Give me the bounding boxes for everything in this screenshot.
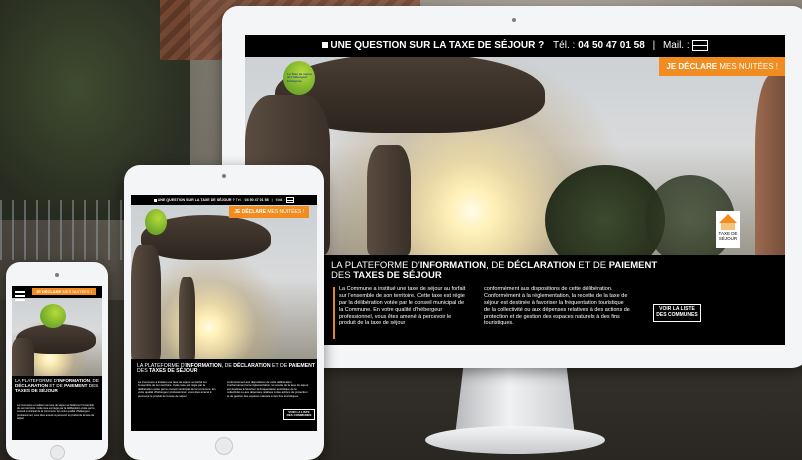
tablet-intro-col-1: La Commune a institué une taxe de séjour… bbox=[138, 380, 216, 398]
top-bar: UNE QUESTION SUR LA TAXE DE SÉJOUR ? Tél… bbox=[245, 35, 785, 57]
intro-col-2: conformément aux dispositions de cette d… bbox=[484, 286, 630, 327]
logo-line-3: Entreprise bbox=[287, 78, 302, 83]
title-bold-3: PAIEMENT bbox=[608, 260, 658, 271]
tablet-page-title: LA PLATEFORME D'INFORMATION, DE DÉCLARAT… bbox=[137, 363, 316, 375]
title-part-4: DES bbox=[331, 269, 354, 281]
declare-button[interactable]: JE DÉCLARE MES NUITÉES ! bbox=[659, 57, 785, 76]
tablet-communes-list-button[interactable]: VOIR LA LISTE DES COMMUNES bbox=[283, 409, 315, 420]
tablet-declare-button[interactable]: JE DÉCLARE MES NUITÉES ! bbox=[229, 206, 309, 218]
title-bold-4: TAXES DE SÉJOUR bbox=[149, 368, 198, 375]
page-title: LA PLATEFORME D'INFORMATION, DE DÉCLARAT… bbox=[331, 261, 657, 281]
tablet-screen: UNE QUESTION SUR LA TAXE DE SÉJOUR ? Tél… bbox=[131, 195, 317, 431]
dolmen-left-stone bbox=[12, 338, 34, 378]
dolmen-left-stone bbox=[131, 245, 161, 360]
monitor-stand-neck bbox=[455, 356, 575, 436]
site-logo[interactable]: La Taxe de séjour de l'hébergeur Entrepr… bbox=[283, 61, 315, 95]
tablet-frame: UNE QUESTION SUR LA TAXE DE SÉJOUR ? Tél… bbox=[124, 165, 324, 460]
tablet-site-logo[interactable] bbox=[145, 209, 167, 235]
divider: | bbox=[652, 40, 656, 51]
mail-icon[interactable] bbox=[692, 39, 709, 51]
question-text: UNE QUESTION SUR LA TAXE DE SÉJOUR ? bbox=[157, 198, 235, 202]
tel-label: Tél. : bbox=[553, 40, 576, 51]
dolmen-mid-stone bbox=[367, 145, 411, 255]
title-part-2: , DE bbox=[486, 260, 508, 271]
monitor-camera bbox=[512, 18, 516, 22]
phone-frame: JE DÉCLARE MES NUITÉES ! LA PLATEFORME D… bbox=[6, 262, 108, 460]
menu-icon[interactable] bbox=[15, 289, 25, 303]
title-bold-3: PAIEMENT bbox=[64, 382, 88, 388]
tablet-intro-panel: LA PLATEFORME D'INFORMATION, DE DÉCLARAT… bbox=[131, 359, 317, 431]
list-btn-line-2: DES COMMUNES bbox=[286, 413, 312, 418]
phone-link[interactable]: 04 50 47 01 58 bbox=[245, 198, 269, 202]
title-bold-3: PAIEMENT bbox=[288, 363, 316, 369]
phone-home-button[interactable] bbox=[50, 445, 65, 460]
square-icon bbox=[321, 42, 328, 49]
phone-hero-photo bbox=[12, 286, 102, 378]
cta-rest: MES NUITÉES ! bbox=[267, 209, 304, 215]
title-bold-4: TAXES DE SÉJOUR bbox=[353, 269, 442, 281]
cta-strong: JE DÉCLARE bbox=[36, 289, 62, 294]
phone-declare-button[interactable]: JE DÉCLARE MES NUITÉES ! bbox=[32, 288, 96, 295]
divider: | bbox=[271, 198, 273, 202]
title-bold-2: DÉCLARATION bbox=[233, 363, 271, 369]
background-fence bbox=[0, 200, 140, 260]
square-icon bbox=[153, 198, 157, 202]
question-text: UNE QUESTION SUR LA TAXE DE SÉJOUR ? bbox=[330, 40, 545, 51]
hiker bbox=[755, 75, 785, 255]
cta-strong: JE DÉCLARE bbox=[234, 209, 266, 215]
cta-rest: MES NUITÉES ! bbox=[62, 289, 92, 294]
phone-site-logo[interactable] bbox=[40, 304, 66, 328]
title-part-4: DES bbox=[88, 382, 99, 388]
phone-camera bbox=[55, 273, 59, 277]
title-part-3: ET DE bbox=[270, 363, 289, 369]
intro-panel: LA PLATEFORME D'INFORMATION, DE DÉCLARAT… bbox=[245, 255, 785, 345]
house-body bbox=[721, 223, 735, 230]
monitor-screen: UNE QUESTION SUR LA TAXE DE SÉJOUR ? Tél… bbox=[245, 35, 785, 345]
title-bold-4: TAXES DE SÉJOUR bbox=[15, 387, 58, 393]
phone-page-title: LA PLATEFORME D'INFORMATION, DE DÉCLARAT… bbox=[15, 378, 99, 393]
mail-label: Mail. : bbox=[662, 40, 690, 51]
phone-link[interactable]: 04 50 47 01 58 bbox=[578, 40, 645, 51]
monitor-stand-base bbox=[425, 426, 605, 454]
communes-list-button[interactable]: VOIR LA LISTE DES COMMUNES bbox=[653, 304, 701, 322]
title-part-2: , DE bbox=[221, 363, 234, 369]
tablet-intro-col-2: conformément aux dispositions de cette d… bbox=[227, 380, 309, 398]
title-bold-2: DÉCLARATION bbox=[507, 260, 576, 271]
tablet-home-button[interactable] bbox=[215, 437, 233, 455]
house-icon bbox=[719, 214, 737, 223]
phone-screen: JE DÉCLARE MES NUITÉES ! LA PLATEFORME D… bbox=[12, 286, 102, 440]
mail-label: Mail. : bbox=[275, 198, 286, 202]
tablet-top-bar: UNE QUESTION SUR LA TAXE DE SÉJOUR ? Tél… bbox=[131, 195, 317, 205]
dolmen-mid-stone bbox=[179, 277, 195, 360]
tablet-camera bbox=[222, 174, 226, 178]
title-part-4: DES bbox=[137, 368, 150, 375]
cta-strong: JE DÉCLARE bbox=[666, 62, 718, 71]
list-btn-line-2: DES COMMUNES bbox=[656, 311, 698, 318]
cta-rest: MES NUITÉES ! bbox=[719, 62, 778, 71]
phone-intro-col-1: La Commune a institué une taxe de séjour… bbox=[17, 404, 95, 420]
phone-intro-panel: LA PLATEFORME D'INFORMATION, DE DÉCLARAT… bbox=[12, 376, 102, 440]
title-part-3: ET DE bbox=[575, 260, 609, 271]
taxe-sejour-badge: TAXE DE SÉJOUR bbox=[716, 211, 740, 248]
intro-col-1: La Commune a institué une taxe de séjour… bbox=[339, 286, 466, 327]
orange-rule bbox=[333, 287, 335, 339]
mail-icon[interactable] bbox=[286, 197, 295, 204]
tel-label: Tél. : bbox=[235, 198, 244, 202]
badge-line-2: SÉJOUR bbox=[718, 235, 738, 241]
